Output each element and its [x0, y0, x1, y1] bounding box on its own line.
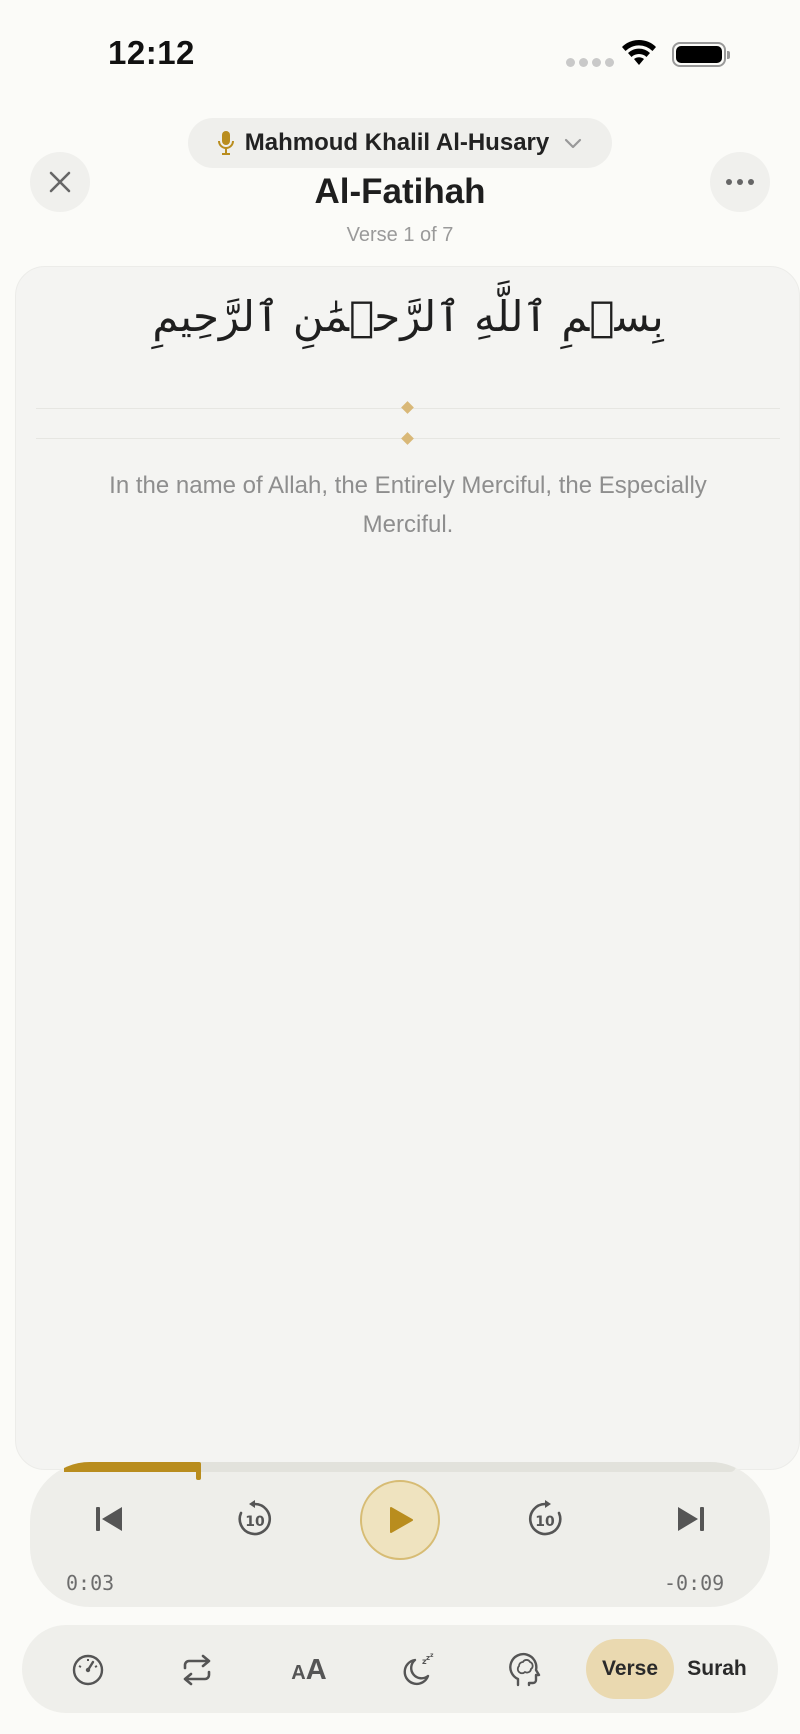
skip-next-icon — [678, 1507, 704, 1531]
svg-text:10: 10 — [245, 1514, 265, 1530]
repeat-icon — [183, 1654, 211, 1686]
rewind-10-icon: 10 — [238, 1500, 272, 1536]
reciter-selector[interactable]: Mahmoud Khalil Al-Husary — [188, 118, 612, 168]
brain-head-icon — [509, 1652, 541, 1687]
surah-title: Al-Fatihah — [314, 172, 486, 211]
progress-fill — [64, 1462, 198, 1472]
speedometer-icon — [72, 1654, 104, 1686]
status-bar: 12:12 — [0, 0, 800, 110]
rewind-10-button[interactable]: 10 — [230, 1494, 280, 1544]
verse-counter: Verse 1 of 7 — [346, 224, 454, 246]
battery-icon — [672, 42, 730, 67]
previous-verse-button[interactable] — [86, 1496, 132, 1542]
forward-10-button[interactable]: 10 — [520, 1494, 570, 1544]
play-icon — [390, 1507, 413, 1533]
play-button[interactable] — [360, 1480, 440, 1560]
moon-sleep-icon: z z z — [403, 1652, 434, 1686]
reciter-name: Mahmoud Khalil Al-Husary — [244, 129, 550, 156]
playback-speed-button[interactable] — [66, 1648, 110, 1692]
verse-translation: In the name of Allah, the Entirely Merci… — [109, 472, 707, 538]
elapsed-time: 0:03 — [66, 1571, 115, 1595]
skip-previous-icon — [96, 1507, 122, 1531]
sleep-timer-button[interactable]: z z z — [396, 1648, 440, 1692]
text-size-icon: AA — [291, 1653, 327, 1686]
microphone-icon — [217, 131, 234, 155]
mode-verse-button[interactable]: Verse — [586, 1639, 674, 1699]
mode-surah-button[interactable]: Surah — [680, 1639, 754, 1699]
text-size-button[interactable]: AA — [284, 1648, 334, 1692]
remaining-time: -0:09 — [664, 1571, 725, 1595]
memorization-button[interactable] — [504, 1648, 548, 1692]
wifi-icon — [622, 39, 656, 65]
next-verse-button[interactable] — [668, 1496, 714, 1542]
progress-bar[interactable] — [64, 1462, 736, 1480]
progress-handle[interactable] — [196, 1462, 201, 1480]
arabic-verse-text: بِسۡمِ ٱللَّهِ ٱلرَّحۡمَٰنِ ٱلرَّحِيمِ — [152, 292, 664, 341]
svg-text:z: z — [430, 1652, 434, 1659]
repeat-button[interactable] — [175, 1648, 219, 1692]
forward-10-icon: 10 — [528, 1500, 562, 1536]
status-time: 12:12 — [108, 34, 195, 71]
chevron-down-icon — [565, 138, 582, 149]
cellular-signal-icon — [566, 58, 614, 67]
svg-text:10: 10 — [535, 1514, 555, 1530]
verse-card[interactable] — [15, 266, 800, 1470]
